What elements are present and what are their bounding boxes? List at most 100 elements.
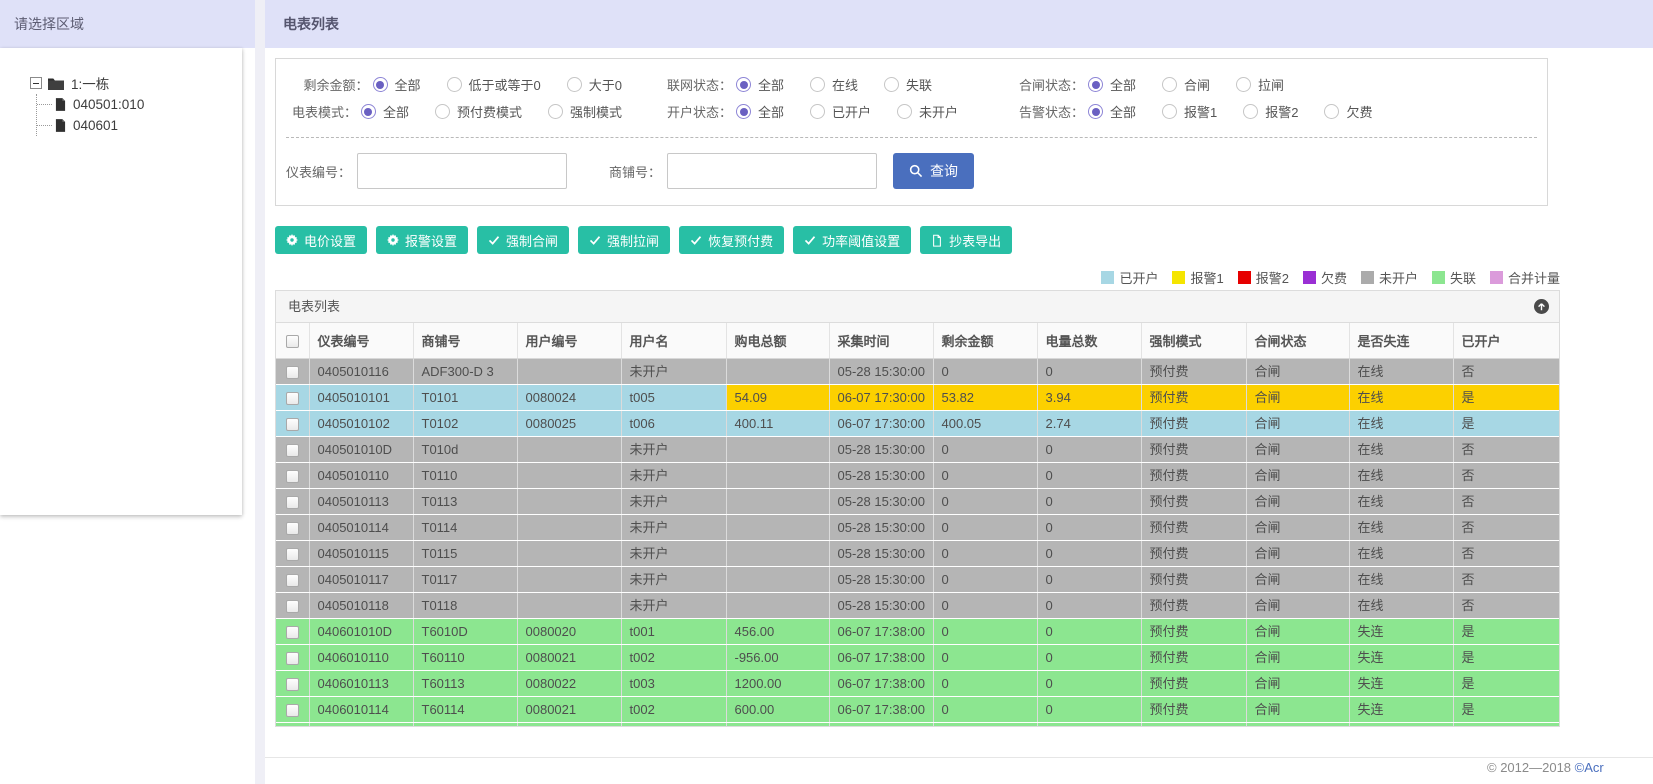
table-cell: 失连 xyxy=(1349,722,1454,726)
radio-option[interactable]: 在线 xyxy=(810,75,858,94)
radio-unselected-icon[interactable] xyxy=(1243,104,1259,119)
radio-option[interactable]: 全部 xyxy=(1088,102,1136,121)
row-checkbox[interactable] xyxy=(285,651,299,665)
table-cell: 0 xyxy=(1037,696,1142,723)
table-row: 0405010102 T0102 0080025 t006 400.11 06-07 17… xyxy=(276,410,1559,437)
table-cell: 失连 xyxy=(1349,696,1454,723)
select-all-checkbox[interactable] xyxy=(285,334,299,348)
radio-selected-icon[interactable] xyxy=(736,104,751,119)
table-cell: 合闸 xyxy=(1246,540,1350,567)
power-threshold-settings-button[interactable]: 功率阈值设置 xyxy=(793,226,912,254)
row-checkbox[interactable] xyxy=(285,573,299,587)
doc-icon xyxy=(931,234,943,247)
force-open-switch-button[interactable]: 强制拉闸 xyxy=(578,226,671,254)
radio-unselected-icon[interactable] xyxy=(810,104,826,119)
table-cell: 0080020 xyxy=(517,618,622,645)
radio-option-label: 拉闸 xyxy=(1258,78,1285,93)
price-settings-button[interactable]: 电价设置 xyxy=(275,226,368,254)
table-cell xyxy=(726,436,830,463)
row-checkbox[interactable] xyxy=(285,417,299,431)
radio-option[interactable]: 全部 xyxy=(360,102,409,121)
radio-option[interactable]: 预付费模式 xyxy=(434,102,522,121)
row-checkbox[interactable] xyxy=(285,677,299,691)
row-checkbox[interactable] xyxy=(285,599,299,613)
radio-unselected-icon[interactable] xyxy=(566,77,582,92)
alarm-settings-button[interactable]: 报警设置 xyxy=(376,226,469,254)
radio-option[interactable]: 强制模式 xyxy=(547,102,622,121)
table-cell: 0 xyxy=(933,488,1038,515)
table-cell: 400.05 xyxy=(933,410,1038,437)
table-cell: 05-28 15:30:00 xyxy=(829,540,934,567)
area-sidebar: 请选择区域 1:一栋 040501:010 040601 xyxy=(0,0,255,784)
radio-option[interactable]: 合闸 xyxy=(1162,75,1210,94)
radio-option[interactable]: 全部 xyxy=(1088,75,1136,94)
row-checkbox[interactable] xyxy=(285,625,299,639)
tree-collapse-icon[interactable] xyxy=(30,77,42,89)
force-close-switch-button[interactable]: 强制合闸 xyxy=(477,226,570,254)
radio-unselected-icon[interactable] xyxy=(547,104,563,119)
table-cell: 是 xyxy=(1453,384,1559,411)
restore-prepaid-button[interactable]: 恢复预付费 xyxy=(679,226,785,254)
row-checkbox-cell xyxy=(276,566,310,593)
table-row: 0405010118 T0118 未开户 05-28 15:30:00 0 0 预付费 合闸在… xyxy=(276,592,1559,619)
row-checkbox[interactable] xyxy=(285,521,299,535)
row-checkbox[interactable] xyxy=(285,365,299,379)
radio-unselected-icon[interactable] xyxy=(434,104,450,119)
row-checkbox-cell xyxy=(276,592,310,619)
radio-option[interactable]: 报警2 xyxy=(1243,102,1298,121)
radio-option[interactable]: 报警1 xyxy=(1162,102,1217,121)
table-cell: 0406010115 xyxy=(309,722,414,726)
copyright-link[interactable]: ©Acr xyxy=(1575,760,1604,775)
meter-reading-export-button[interactable]: 抄表导出 xyxy=(920,226,1013,254)
radio-option[interactable]: 大于0 xyxy=(566,75,622,94)
table-cell: 0 xyxy=(933,514,1038,541)
table-cell: 0080025 xyxy=(517,410,622,437)
radio-unselected-icon[interactable] xyxy=(446,77,462,92)
radio-unselected-icon[interactable] xyxy=(1236,77,1252,92)
radio-selected-icon[interactable] xyxy=(1088,104,1103,119)
radio-option-label: 在线 xyxy=(832,78,859,93)
column-header: 强制模式 xyxy=(1141,323,1247,359)
row-checkbox[interactable] xyxy=(285,547,299,561)
legend-item: 失联 xyxy=(1431,268,1476,287)
shop-no-input[interactable] xyxy=(667,153,878,189)
radio-unselected-icon[interactable] xyxy=(810,77,826,92)
radio-option[interactable]: 全部 xyxy=(372,75,421,94)
column-header: 仪表编号 xyxy=(309,323,414,359)
radio-selected-icon[interactable] xyxy=(372,77,388,92)
radio-selected-icon[interactable] xyxy=(1088,77,1103,92)
legend-item: 已开户 xyxy=(1101,268,1158,287)
radio-unselected-icon[interactable] xyxy=(897,104,913,119)
radio-selected-icon[interactable] xyxy=(360,104,376,119)
radio-option[interactable]: 全部 xyxy=(736,75,784,94)
table-cell xyxy=(726,592,830,619)
tree-item[interactable]: 040601 xyxy=(37,115,242,136)
table-header-row: 仪表编号 商铺号 用户编号 用户名 购电总额 采集时间 剩余金额 电量总数 强制模式 合闸状态 是否… xyxy=(276,323,1559,359)
radio-unselected-icon[interactable] xyxy=(1324,104,1340,119)
radio-option-label: 未开户 xyxy=(919,105,959,120)
radio-option[interactable]: 失联 xyxy=(884,75,932,94)
radio-unselected-icon[interactable] xyxy=(1162,104,1178,119)
meter-no-input[interactable] xyxy=(357,153,568,189)
radio-unselected-icon[interactable] xyxy=(884,77,900,92)
row-checkbox[interactable] xyxy=(285,469,299,483)
tree-item[interactable]: 040501:010 xyxy=(37,94,242,115)
radio-unselected-icon[interactable] xyxy=(1162,77,1178,92)
table-cell: 合闸 xyxy=(1246,358,1350,385)
table-cell: 预付费 xyxy=(1141,436,1247,463)
row-checkbox[interactable] xyxy=(285,391,299,405)
row-checkbox[interactable] xyxy=(285,443,299,457)
table-row: 0405010117 T0117 未开户 05-28 15:30:00 0 0 预付费 合闸在… xyxy=(276,566,1559,593)
radio-selected-icon[interactable] xyxy=(736,77,751,92)
radio-option[interactable]: 欠费 xyxy=(1324,102,1373,121)
radio-option[interactable]: 已开户 xyxy=(810,102,871,121)
radio-option[interactable]: 低于或等于0 xyxy=(446,75,541,94)
row-checkbox[interactable] xyxy=(285,495,299,509)
tree-root-node[interactable]: 1:一栋 xyxy=(30,72,242,94)
radio-option[interactable]: 未开户 xyxy=(897,102,958,121)
radio-option[interactable]: 拉闸 xyxy=(1236,75,1284,94)
radio-option[interactable]: 全部 xyxy=(736,102,784,121)
collapse-up-icon[interactable] xyxy=(1534,299,1549,314)
search-button[interactable]: 查询 xyxy=(893,153,975,189)
row-checkbox[interactable] xyxy=(285,703,299,717)
